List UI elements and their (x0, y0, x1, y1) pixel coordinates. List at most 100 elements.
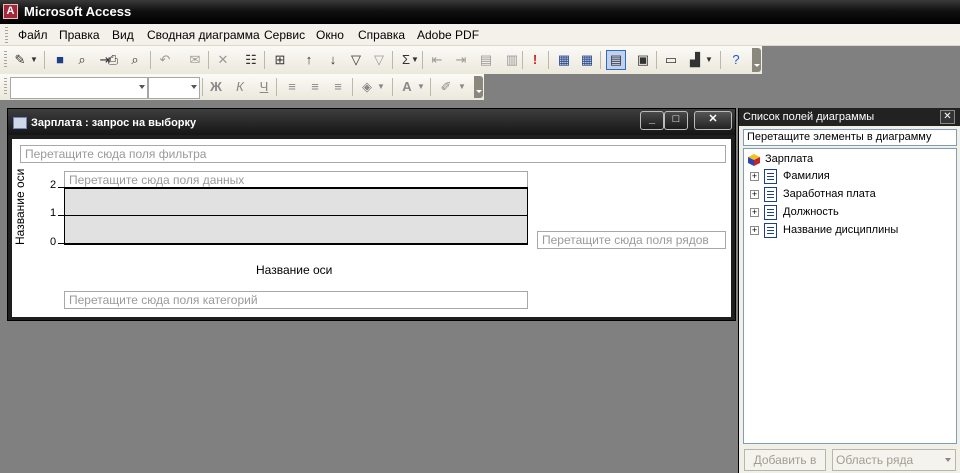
align-left-icon[interactable]: ≡ (283, 78, 301, 96)
menu-window[interactable]: Окно (316, 28, 344, 42)
save-icon[interactable]: ■ (51, 51, 69, 69)
toolbar-grip[interactable] (4, 51, 7, 69)
y-tick-mark (58, 215, 64, 216)
by-row-icon[interactable]: ▦ (555, 51, 573, 69)
menu-bar-grip[interactable] (5, 27, 8, 43)
close-icon[interactable]: ✕ (940, 110, 955, 124)
chart-type-icon[interactable]: ▟ (686, 51, 704, 69)
align-right-icon[interactable]: ≡ (329, 78, 347, 96)
app-title: Microsoft Access (24, 4, 132, 19)
maximize-button[interactable]: □ (664, 111, 688, 130)
font-color-icon[interactable]: A (398, 78, 416, 96)
bold-button[interactable]: Ж (207, 78, 225, 96)
font-size-combo[interactable] (148, 77, 200, 99)
access-app-icon[interactable]: A (3, 4, 18, 19)
view-design-icon[interactable]: ✎ (11, 51, 29, 69)
menu-tools[interactable]: Сервис (264, 28, 305, 42)
expand-plus-icon[interactable]: + (750, 172, 759, 181)
font-color-dropdown-icon[interactable]: ▼ (416, 78, 426, 96)
expand-plus-icon[interactable]: + (750, 208, 759, 217)
search-icon[interactable]: ⌕ (73, 51, 91, 69)
x-axis-line (64, 243, 528, 245)
toolbar-grip[interactable] (4, 78, 7, 96)
print-preview-icon[interactable]: ⌕ (126, 51, 144, 69)
pivot-chart-window: Зарплата : запрос на выборку _ □ ✕ Перет… (7, 108, 736, 321)
expand-plus-icon[interactable]: + (750, 190, 759, 199)
office-links-icon[interactable]: ✉ (186, 51, 204, 69)
chevron-down-icon (945, 458, 951, 462)
fill-color-dropdown-icon[interactable]: ▼ (376, 78, 386, 96)
by-column-icon[interactable]: ▦ (578, 51, 596, 69)
show-top-icon[interactable]: ▽ (370, 51, 388, 69)
expand-icon[interactable]: ⇥ (452, 51, 470, 69)
field-icon (764, 205, 777, 220)
tree-root-label: Зарплата (765, 153, 814, 165)
menu-view[interactable]: Вид (112, 28, 134, 42)
italic-button[interactable]: К (231, 78, 249, 96)
sort-descending-icon[interactable]: ↓ (324, 51, 342, 69)
line-color-icon[interactable]: ✐ (437, 78, 455, 96)
chevron-down-icon (191, 85, 197, 89)
chart-field-list-panel: Список полей диаграммы ✕ Перетащите элем… (738, 108, 960, 473)
field-list-title-bar[interactable]: Список полей диаграммы ✕ (739, 108, 960, 126)
autofilter-icon[interactable]: ▽ (347, 51, 365, 69)
category-drop-zone[interactable]: Перетащите сюда поля категорий (64, 291, 528, 309)
refresh-exclamation-icon[interactable]: ! (526, 51, 544, 69)
font-name-combo[interactable] (10, 77, 148, 99)
fill-color-icon[interactable]: ◈ (358, 78, 376, 96)
underline-button[interactable]: Ч (255, 78, 273, 96)
chart-canvas: Перетащите сюда поля фильтра Перетащите … (12, 139, 731, 317)
toolbar-options-icon[interactable] (474, 76, 483, 98)
chart-window-title: Зарплата : запрос на выборку (31, 117, 197, 129)
y-tick-label: 2 (50, 179, 57, 191)
gridline-middle (65, 215, 527, 216)
show-legend-icon[interactable]: ▤ (606, 50, 626, 70)
autocalc-dropdown-icon[interactable]: ▼ (410, 51, 420, 69)
app-title-bar: A Microsoft Access (0, 0, 960, 24)
menu-adobe-pdf[interactable]: Adobe PDF (417, 28, 479, 42)
print-icon[interactable]: ⎙ (104, 51, 122, 69)
menu-pivot-chart[interactable]: Сводная диаграмма (147, 28, 260, 42)
gridline-top (65, 188, 527, 189)
menu-file[interactable]: Файл (18, 28, 48, 42)
help-icon[interactable]: ? (727, 51, 745, 69)
database-cube-icon (748, 154, 760, 166)
filter-drop-zone[interactable]: Перетащите сюда поля фильтра (20, 145, 726, 163)
y-tick-label: 1 (50, 207, 57, 219)
line-color-dropdown-icon[interactable]: ▼ (457, 78, 467, 96)
sort-ascending-icon[interactable]: ↑ (300, 51, 318, 69)
chevron-down-icon (139, 85, 145, 89)
show-details-icon[interactable]: ▥ (503, 51, 521, 69)
field-tree[interactable]: Зарплата + Фамилия + Заработная плата + … (743, 148, 957, 444)
group-icon[interactable]: ⊞ (271, 51, 289, 69)
chart-type-dropdown-icon[interactable]: ▼ (704, 51, 714, 69)
menu-help[interactable]: Справка (358, 28, 405, 42)
drop-areas-icon[interactable]: ▣ (634, 51, 652, 69)
chart-window-title-bar[interactable]: Зарплата : запрос на выборку _ □ ✕ (8, 109, 735, 135)
y-tick-mark (58, 243, 64, 244)
y-axis-title[interactable]: Название оси (13, 169, 27, 245)
plot-area[interactable] (64, 187, 528, 243)
collapse-icon[interactable]: ⇤ (428, 51, 446, 69)
multiple-plots-icon[interactable]: ▭ (662, 51, 680, 69)
add-to-button[interactable]: Добавить в (744, 449, 826, 471)
field-list-title: Список полей диаграммы (743, 111, 875, 123)
minimize-button[interactable]: _ (640, 111, 664, 130)
formatting-toolbar: Ж К Ч ≡ ≡ ≡ ◈ ▼ A ▼ ✐ ▼ (0, 74, 484, 100)
align-center-icon[interactable]: ≡ (306, 78, 324, 96)
series-drop-zone[interactable]: Перетащите сюда поля рядов (537, 231, 726, 249)
y-tick-label: 0 (50, 236, 57, 248)
field-list-icon[interactable]: ☷ (242, 51, 260, 69)
toolbar-options-icon[interactable] (752, 48, 761, 72)
field-icon (764, 169, 777, 184)
expand-plus-icon[interactable]: + (750, 226, 759, 235)
hide-details-icon[interactable]: ▤ (477, 51, 495, 69)
undo-icon[interactable]: ↶ (156, 51, 174, 69)
view-dropdown-icon[interactable]: ▼ (29, 51, 39, 69)
delete-icon[interactable]: ✕ (214, 51, 232, 69)
menu-edit[interactable]: Правка (59, 28, 100, 42)
x-axis-title[interactable]: Название оси (256, 263, 332, 277)
area-select[interactable]: Область ряда (832, 449, 956, 471)
close-button[interactable]: ✕ (694, 111, 732, 130)
query-window-icon[interactable] (13, 117, 27, 129)
